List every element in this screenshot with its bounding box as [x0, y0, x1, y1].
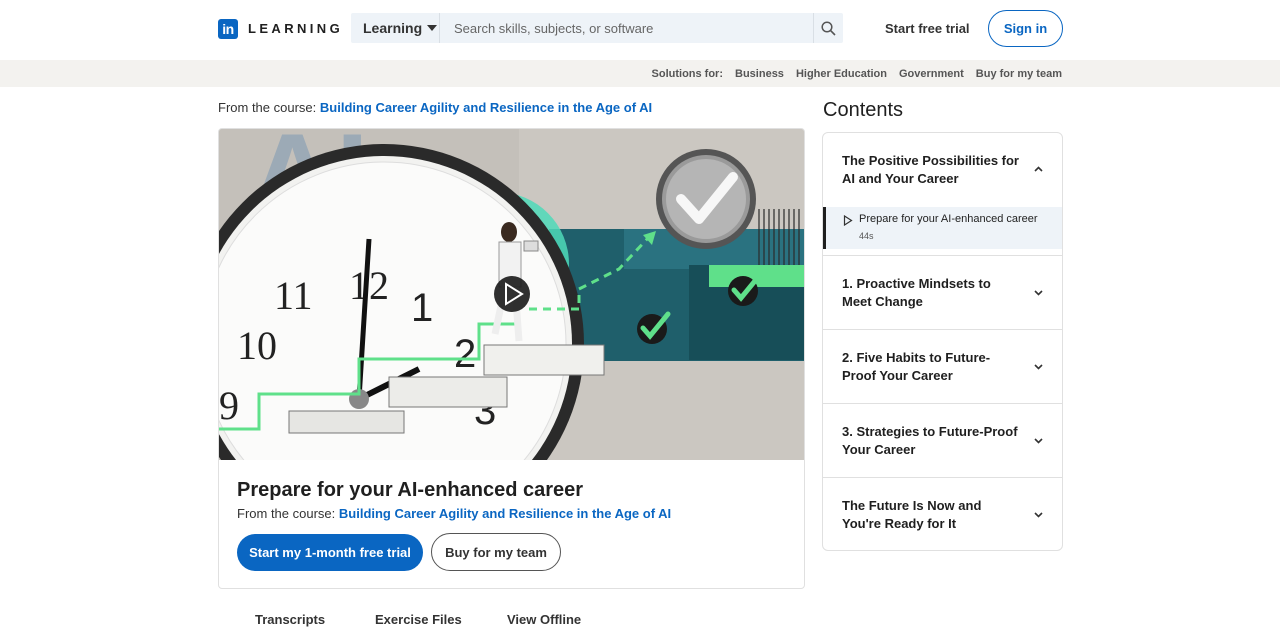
course-title-link[interactable]: Building Career Agility and Resilience i…	[320, 100, 652, 115]
video-card: AI 11 12 1 2 3	[218, 128, 805, 589]
subnav-government[interactable]: Government	[899, 68, 964, 80]
lesson-title: Prepare for your AI-enhanced career	[859, 213, 1038, 225]
search-button[interactable]	[813, 13, 843, 43]
learning-dropdown[interactable]: Learning	[351, 13, 440, 43]
learning-dropdown-label: Learning	[363, 20, 423, 36]
video-player[interactable]: AI 11 12 1 2 3	[219, 129, 804, 460]
solutions-label: Solutions for:	[651, 67, 724, 80]
chevron-down-icon	[1034, 438, 1043, 444]
svg-text:11: 11	[274, 273, 313, 318]
search-icon	[821, 20, 836, 36]
video-from-course: From the course: Building Career Agility…	[237, 506, 671, 521]
contents-panel: The Positive Possibilities for AI and Yo…	[822, 132, 1063, 551]
buy-for-team-button[interactable]: Buy for my team	[431, 533, 561, 571]
chapter-item[interactable]: 3. Strategies to Future-Proof Your Caree…	[823, 403, 1062, 477]
top-header: in LEARNING Learning Start free trial Si…	[0, 0, 1280, 58]
active-lesson[interactable]: Prepare for your AI-enhanced career 44s	[823, 207, 1062, 249]
contents-heading: Contents	[823, 99, 904, 121]
svg-text:10: 10	[237, 323, 277, 368]
chapter-item[interactable]: 2. Five Habits to Future-Proof Your Care…	[823, 329, 1062, 403]
svg-text:2: 2	[454, 332, 476, 376]
chapter-item[interactable]: 1. Proactive Mindsets to Meet Change	[823, 255, 1062, 329]
chapter-label: The Future Is Now and You're Ready for I…	[842, 498, 982, 531]
chapter-label: 3. Strategies to Future-Proof Your Caree…	[842, 424, 1018, 457]
search-input[interactable]	[440, 13, 813, 43]
linkedin-logo-icon: in	[218, 18, 238, 39]
chapter-item[interactable]: The Positive Possibilities for AI and Yo…	[823, 133, 1062, 255]
subnav-buy-for-team[interactable]: Buy for my team	[976, 68, 1062, 80]
subnav-higher-education[interactable]: Higher Education	[796, 68, 887, 80]
subnav-business[interactable]: Business	[735, 68, 784, 80]
tab-exercise-files[interactable]: Exercise Files	[375, 612, 462, 627]
video-title: Prepare for your AI-enhanced career	[237, 479, 584, 501]
svg-text:9: 9	[219, 383, 239, 428]
start-free-trial-link[interactable]: Start free trial	[872, 20, 983, 37]
play-button-bg	[494, 276, 530, 312]
search-bar: Learning	[351, 13, 843, 43]
chapter-item[interactable]: The Future Is Now and You're Ready for I…	[823, 477, 1062, 550]
linkedin-learning-logo[interactable]: in LEARNING	[218, 18, 343, 39]
chevron-down-icon	[1034, 364, 1043, 370]
video-thumbnail: AI 11 12 1 2 3	[219, 129, 804, 460]
chevron-down-icon	[1034, 290, 1043, 296]
tab-view-offline[interactable]: View Offline	[507, 612, 581, 627]
chapter-label: 2. Five Habits to Future-Proof Your Care…	[842, 350, 991, 383]
chevron-down-icon	[1034, 512, 1043, 518]
sign-in-button[interactable]: Sign in	[988, 10, 1063, 47]
chapter-label: 1. Proactive Mindsets to Meet Change	[842, 276, 991, 309]
lesson-duration: 44s	[859, 231, 874, 241]
play-outline-icon	[843, 215, 853, 226]
chapter-label: The Positive Possibilities for AI and Yo…	[842, 153, 1019, 186]
from-course-label: From the course:	[218, 100, 317, 115]
logo-text: LEARNING	[248, 21, 344, 36]
solutions-subnav: Solutions for: Business Higher Education…	[0, 60, 1280, 87]
video-course-link[interactable]: Building Career Agility and Resilience i…	[339, 506, 671, 521]
caret-down-icon	[427, 25, 438, 31]
start-free-trial-button[interactable]: Start my 1-month free trial	[237, 534, 423, 571]
svg-text:1: 1	[411, 286, 433, 330]
video-from-label: From the course:	[237, 506, 336, 521]
from-course-line: From the course: Building Career Agility…	[218, 100, 652, 115]
chevron-up-icon	[1034, 166, 1043, 172]
tab-transcripts[interactable]: Transcripts	[255, 612, 325, 627]
